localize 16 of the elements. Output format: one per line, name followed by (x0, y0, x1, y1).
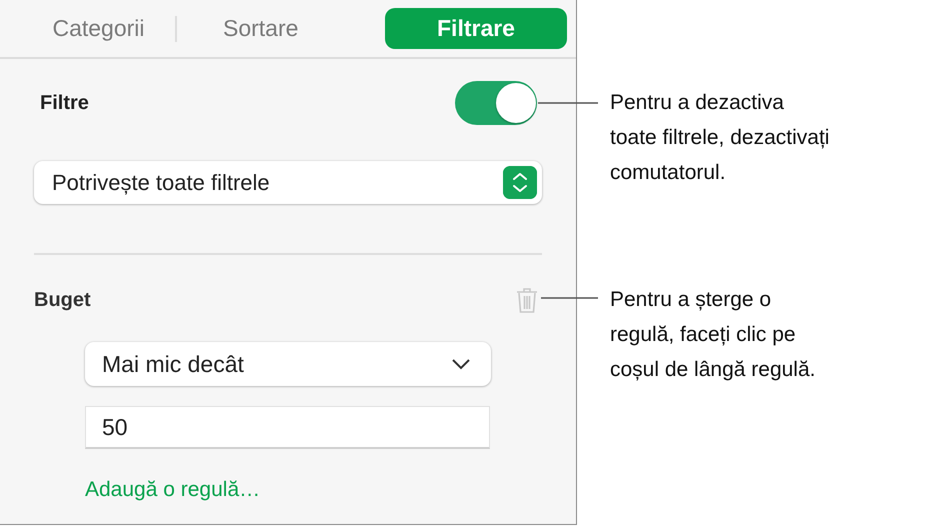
filters-toggle[interactable] (455, 81, 537, 125)
tab[interactable]: Sortare (207, 9, 314, 48)
callout-text: Pentru a dezactiva toate filtrele, dezactivați comutatorul. (610, 90, 830, 186)
tab[interactable]: Filtrare (385, 8, 567, 49)
stepper-icon (503, 166, 537, 199)
leader-line (538, 102, 598, 104)
rule-label: Buget (34, 289, 91, 312)
tab[interactable]: Categorii (24, 9, 173, 48)
value-field[interactable]: 50 (85, 406, 490, 449)
chevron-down-icon (451, 358, 471, 370)
leader-line (541, 297, 598, 299)
match-popup[interactable]: Potrivește toate filtrele (34, 161, 542, 204)
callout-text: Pentru a șterge o regulă, faceți clic pe coșul de lângă regulă. (610, 287, 816, 383)
condition-dropdown[interactable]: Mai mic decât (85, 342, 491, 386)
add-rule-link[interactable]: Adaugă o regulă… (85, 478, 260, 502)
filters-label: Filtre (40, 92, 89, 114)
